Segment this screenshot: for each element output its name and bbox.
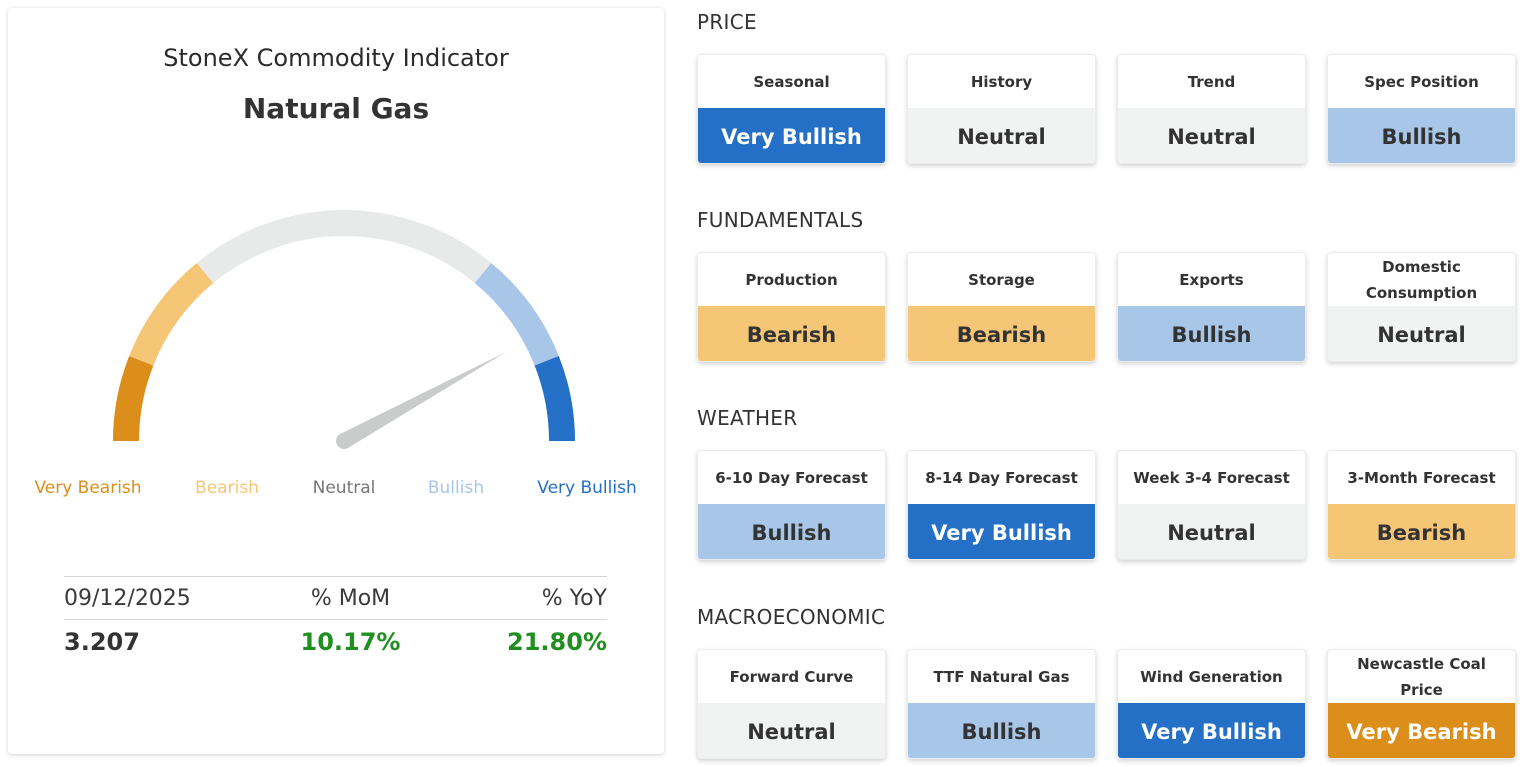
- section-heading-weather: WEATHER: [697, 406, 798, 430]
- tile-name: Newcastle Coal Price: [1357, 654, 1486, 699]
- tile-value: Very Bearish: [1328, 703, 1515, 758]
- tile-ttf-natural-gas[interactable]: TTF Natural Gas Bullish: [907, 649, 1096, 759]
- gauge-segment-bearish: [129, 263, 214, 366]
- tile-forward-curve[interactable]: Forward Curve Neutral: [697, 649, 886, 759]
- tile-value: Bullish: [698, 504, 885, 559]
- stats-mom-header: % MoM: [310, 585, 391, 611]
- gauge-segment-very-bullish: [534, 355, 575, 442]
- price-stats-table: 09/12/2025 % MoM % YoY 3.207 10.17% 21.8…: [64, 576, 607, 664]
- tile-domestic-consumption[interactable]: Domestic Consumption Neutral: [1327, 252, 1516, 362]
- tile-trend[interactable]: Trend Neutral: [1117, 54, 1306, 164]
- tile-3-month-forecast[interactable]: 3-Month Forecast Bearish: [1327, 450, 1516, 560]
- gauge-needle-hub: [336, 433, 352, 449]
- gauge-labels: Very Bearish Bearish Neutral Bullish Ver…: [8, 478, 664, 502]
- tile-name: Exports: [1179, 270, 1244, 289]
- tile-production[interactable]: Production Bearish: [697, 252, 886, 362]
- tile-6-10-day-forecast[interactable]: 6-10 Day Forecast Bullish: [697, 450, 886, 560]
- gauge-needle: [340, 351, 507, 449]
- tile-value: Neutral: [1118, 504, 1305, 559]
- tile-name: Trend: [1187, 72, 1236, 91]
- stats-mom-value: 10.17%: [300, 628, 401, 656]
- section-heading-fundamentals: FUNDAMENTALS: [697, 208, 864, 232]
- tile-name: Domestic Consumption: [1365, 257, 1478, 302]
- tile-value: Bullish: [908, 703, 1095, 758]
- tile-name: 6-10 Day Forecast: [715, 468, 868, 487]
- tile-name: Storage: [968, 270, 1035, 289]
- stats-date: 09/12/2025: [64, 585, 191, 611]
- tile-value: Bearish: [1328, 504, 1515, 559]
- tile-value: Very Bullish: [698, 108, 885, 163]
- tile-spec-position[interactable]: Spec Position Bullish: [1327, 54, 1516, 164]
- stats-price: 3.207: [64, 628, 140, 656]
- tile-name: 3-Month Forecast: [1347, 468, 1496, 487]
- section-heading-price: PRICE: [697, 10, 757, 34]
- gauge-label-bearish: Bearish: [195, 478, 259, 498]
- tile-week-3-4-forecast[interactable]: Week 3-4 Forecast Neutral: [1117, 450, 1306, 560]
- tile-value: Neutral: [908, 108, 1095, 163]
- tile-name: TTF Natural Gas: [933, 667, 1070, 686]
- gauge-label-very-bearish: Very Bearish: [34, 478, 142, 498]
- tile-exports[interactable]: Exports Bullish: [1117, 252, 1306, 362]
- gauge-segment-neutral: [196, 210, 492, 284]
- tile-name: Seasonal: [753, 72, 830, 91]
- tile-name: 8-14 Day Forecast: [925, 468, 1078, 487]
- tile-name: Forward Curve: [729, 667, 854, 686]
- sentiment-gauge: [113, 210, 575, 449]
- tile-seasonal[interactable]: Seasonal Very Bullish: [697, 54, 886, 164]
- tile-name: Production: [745, 270, 838, 289]
- indicator-card: StoneX Commodity Indicator Natural Gas V…: [8, 8, 664, 754]
- tile-value: Bearish: [908, 306, 1095, 361]
- tile-wind-generation[interactable]: Wind Generation Very Bullish: [1117, 649, 1306, 759]
- gauge-label-very-bullish: Very Bullish: [537, 478, 637, 498]
- tile-history[interactable]: History Neutral: [907, 54, 1096, 164]
- tile-name: Week 3-4 Forecast: [1133, 468, 1290, 487]
- tile-value: Bullish: [1328, 108, 1515, 163]
- tile-value: Bearish: [698, 306, 885, 361]
- gauge-label-neutral: Neutral: [312, 478, 376, 498]
- tile-8-14-day-forecast[interactable]: 8-14 Day Forecast Very Bullish: [907, 450, 1096, 560]
- stats-header-row: 09/12/2025 % MoM % YoY: [64, 576, 607, 620]
- tile-name: Spec Position: [1364, 72, 1479, 91]
- tile-value: Bullish: [1118, 306, 1305, 361]
- stats-yoy-header: % YoY: [541, 585, 607, 611]
- stats-value-row: 3.207 10.17% 21.80%: [64, 620, 607, 664]
- tile-value: Neutral: [1118, 108, 1305, 163]
- tile-name: Wind Generation: [1140, 667, 1283, 686]
- gauge-label-bullish: Bullish: [427, 478, 485, 498]
- stats-yoy-value: 21.80%: [507, 628, 607, 656]
- gauge-segment-bullish: [474, 263, 559, 366]
- tile-name: History: [970, 72, 1033, 91]
- section-heading-macroeconomic: MACROECONOMIC: [697, 605, 886, 629]
- gauge-segment-very-bearish: [113, 355, 154, 442]
- tile-value: Neutral: [698, 703, 885, 758]
- tile-value: Very Bullish: [908, 504, 1095, 559]
- tile-storage[interactable]: Storage Bearish: [907, 252, 1096, 362]
- tile-newcastle-coal-price[interactable]: Newcastle Coal Price Very Bearish: [1327, 649, 1516, 759]
- tile-value: Very Bullish: [1118, 703, 1305, 758]
- tile-value: Neutral: [1328, 306, 1515, 361]
